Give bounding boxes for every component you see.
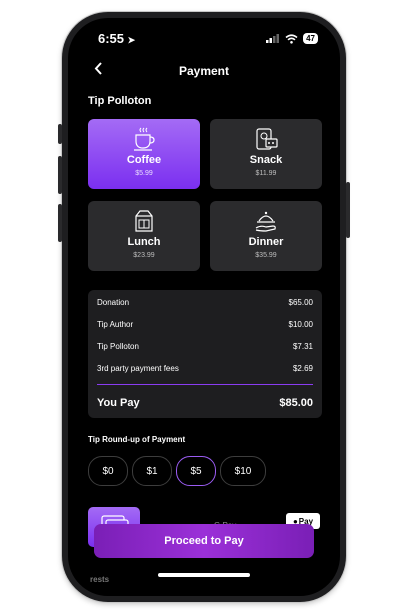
tip-option-price: $35.99 [255, 252, 277, 259]
volume-down-button [58, 204, 62, 242]
roundup-option-5[interactable]: $5 [176, 456, 216, 486]
mute-switch [58, 124, 62, 144]
total-label: You Pay [97, 397, 140, 409]
roundup-option-1[interactable]: $1 [132, 456, 172, 486]
status-icons: 47 [266, 33, 318, 44]
tip-option-dinner[interactable]: Dinner $35.99 [210, 201, 322, 271]
proceed-to-pay-button[interactable]: Proceed to Pay [94, 524, 314, 558]
tip-option-snack[interactable]: Snack $11.99 [210, 119, 322, 189]
peek-text: rests [90, 575, 110, 584]
roundup-option-0[interactable]: $0 [88, 456, 128, 486]
wifi-icon [285, 33, 298, 44]
power-button [346, 182, 350, 238]
volume-up-button [58, 156, 62, 194]
tip-section-title: Tip Polloton [88, 95, 152, 107]
tip-option-name: Snack [249, 154, 283, 166]
summary-value: $65.00 [288, 298, 313, 307]
page-title: Payment [178, 64, 230, 78]
coffee-cup-icon [88, 126, 200, 152]
roundup-option-10[interactable]: $10 [220, 456, 266, 486]
tip-option-coffee[interactable]: Coffee $5.99 [88, 119, 200, 189]
snack-box-icon [210, 126, 322, 152]
signal-icon [266, 34, 280, 43]
tip-option-price: $5.99 [135, 170, 153, 177]
summary-row: Tip Polloton $7.31 [97, 342, 313, 351]
summary-value: $7.31 [292, 342, 313, 351]
battery-icon: 47 [303, 33, 318, 44]
summary-row: Donation $65.00 [97, 298, 313, 307]
dinner-hand-icon [210, 208, 322, 234]
summary-label: Donation [97, 298, 130, 307]
summary-label: 3rd party payment fees [97, 364, 179, 373]
location-arrow-icon: ➤ [127, 35, 136, 45]
summary-row: 3rd party payment fees $2.69 [97, 364, 313, 373]
tip-option-price: $23.99 [133, 252, 155, 259]
summary-total: You Pay $85.00 [97, 397, 313, 409]
nav-bar: Payment [68, 62, 340, 82]
payment-summary: Donation $65.00 Tip Author $10.00 Tip Po… [88, 290, 322, 418]
summary-divider [97, 384, 313, 385]
summary-value: $10.00 [288, 320, 313, 329]
tip-option-name: Lunch [127, 236, 161, 248]
status-time: 6:55 ➤ [98, 31, 136, 46]
screen: 6:55 ➤ 47 Payment Tip Polloton Coffee $5… [68, 18, 340, 596]
tip-option-lunch[interactable]: Lunch $23.99 [88, 201, 200, 271]
roundup-title: Tip Round-up of Payment [88, 435, 186, 444]
tip-option-price: $11.99 [255, 170, 277, 177]
home-indicator [158, 573, 250, 577]
summary-label: Tip Author [97, 320, 134, 329]
summary-label: Tip Polloton [97, 342, 139, 351]
lunch-bag-icon [88, 208, 200, 234]
summary-row: Tip Author $10.00 [97, 320, 313, 329]
summary-value: $2.69 [292, 364, 313, 373]
tip-option-name: Coffee [126, 154, 162, 166]
total-value: $85.00 [279, 397, 313, 409]
tip-option-name: Dinner [248, 236, 284, 248]
status-bar: 6:55 ➤ 47 [68, 31, 340, 49]
